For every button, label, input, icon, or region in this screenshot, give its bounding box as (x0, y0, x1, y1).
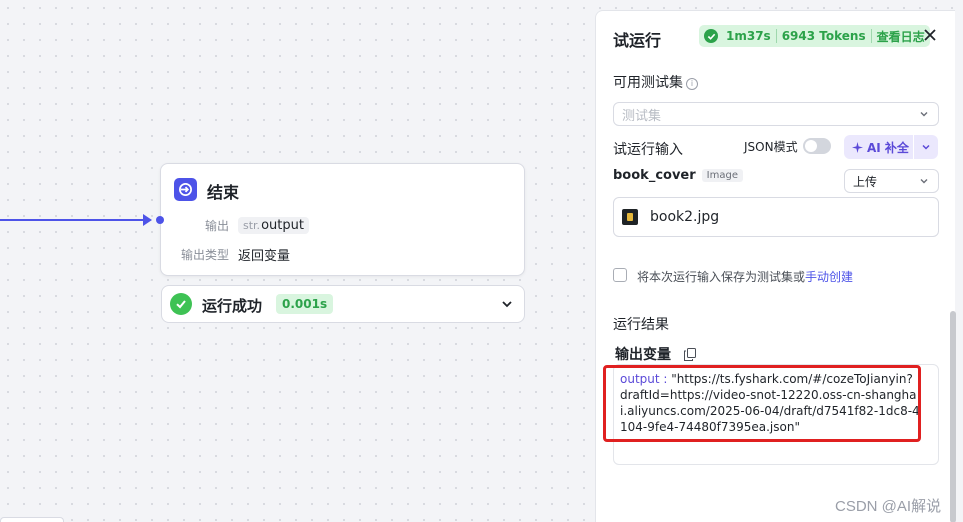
token-count: 6943 Tokens (781, 29, 866, 43)
save-text: 将本次运行输入保存为测试集或 (637, 270, 806, 284)
output-type-row: 输出类型 返回变量 (173, 245, 290, 264)
testset-select[interactable]: 测试集 (613, 102, 939, 126)
chevron-down-icon[interactable] (500, 297, 514, 311)
run-input-label: 试运行输入 (613, 142, 683, 158)
test-run-panel: 试运行 1m37s 6943 Tokens 查看日志 可用测试集 i 测试集 试运… (595, 10, 956, 522)
testset-placeholder: 测试集 (622, 108, 662, 124)
end-node-icon (174, 178, 197, 201)
upload-mode-select[interactable]: 上传 (844, 169, 939, 193)
input-port[interactable] (156, 216, 164, 224)
save-testset-label: 将本次运行输入保存为测试集或手动创建 (637, 268, 853, 285)
ai-fill-dropdown[interactable] (914, 142, 938, 152)
json-mode-label: JSON模式 (744, 140, 798, 154)
output-vars-label: 输出变量 (615, 347, 671, 363)
run-info-badge: 1m37s 6943 Tokens 查看日志 (699, 25, 930, 47)
edge-arrow (143, 214, 152, 226)
panel-scrollbar[interactable] (950, 311, 956, 522)
divider (870, 29, 872, 43)
chevron-down-icon (920, 179, 928, 184)
connection-edge (0, 219, 150, 221)
success-check-icon (170, 293, 192, 315)
book-cover-field: book_cover Image (613, 168, 743, 183)
run-status-bar[interactable]: 运行成功 0.001s (161, 285, 525, 323)
json-mode-toggle[interactable] (803, 138, 831, 154)
output-var-prefix: str. (243, 219, 261, 232)
output-vars-header: 输出变量 (615, 344, 696, 364)
save-testset-checkbox[interactable] (613, 268, 627, 282)
red-highlight-box (603, 365, 921, 442)
uploaded-file[interactable]: book2.jpg (613, 197, 939, 237)
end-node[interactable]: 结束 输出 str. output 输出类型 返回变量 (160, 163, 525, 276)
field-type-tag: Image (701, 169, 743, 182)
image-thumbnail (622, 209, 638, 225)
output-type-value: 返回变量 (238, 249, 291, 264)
panel-title: 试运行 (613, 31, 662, 50)
sparkle-icon (852, 141, 863, 153)
close-icon[interactable] (923, 28, 937, 42)
run-result-label: 运行结果 (613, 317, 669, 333)
file-name: book2.jpg (650, 209, 720, 225)
manual-create-link[interactable]: 手动创建 (805, 270, 853, 284)
watermark: CSDN @AI解说 (835, 498, 942, 515)
output-var-name: output (261, 218, 304, 233)
field-name: book_cover (613, 168, 696, 183)
output-row: 输出 str. output (173, 217, 309, 234)
ai-fill-main[interactable]: AI 补全 (844, 135, 914, 159)
node-title: 结束 (207, 183, 240, 202)
duration-badge: 0.001s (276, 294, 334, 314)
upload-mode-value: 上传 (853, 174, 878, 189)
testset-label: 可用测试集 i (613, 72, 698, 92)
chevron-down-icon (922, 144, 930, 150)
output-label: 输出 (204, 219, 229, 233)
info-icon[interactable]: i (686, 78, 698, 90)
ai-fill-button[interactable]: AI 补全 (844, 135, 938, 159)
bottom-toolbar-edge (0, 517, 64, 522)
view-log-link[interactable]: 查看日志 (877, 28, 925, 45)
testset-label-text: 可用测试集 (613, 75, 683, 91)
success-check-icon (704, 29, 718, 43)
copy-icon[interactable] (683, 348, 696, 361)
run-status-text: 运行成功 (202, 297, 263, 315)
ai-fill-label: AI 补全 (867, 140, 909, 155)
chevron-down-icon (920, 112, 928, 117)
output-type-label: 输出类型 (180, 248, 229, 262)
divider (775, 29, 777, 43)
run-time: 1m37s (726, 29, 771, 43)
output-var-tag: str. output (238, 217, 309, 234)
